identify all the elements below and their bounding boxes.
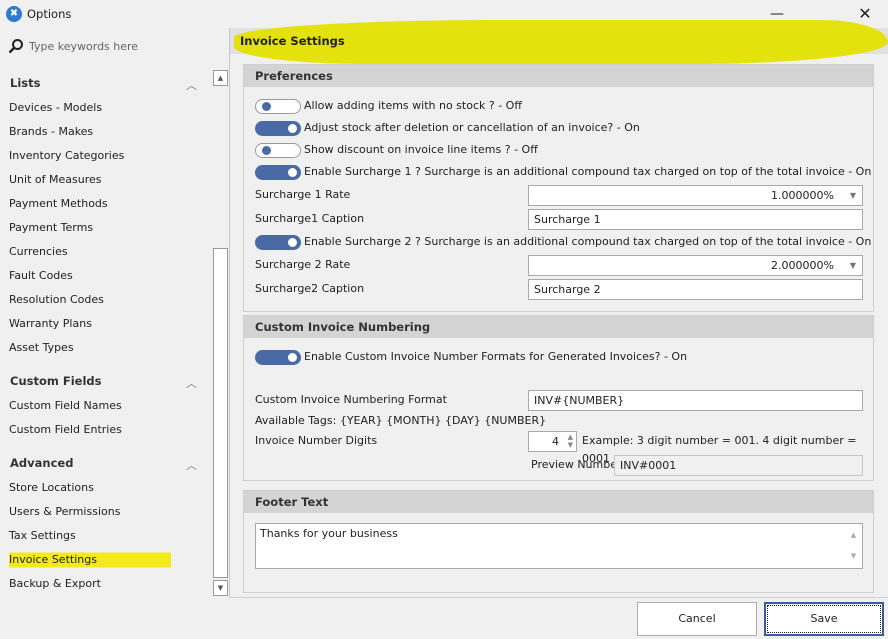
- chevron-up-icon[interactable]: ︿: [186, 457, 200, 472]
- toggle-label: Enable Custom Invoice Number Formats for…: [304, 350, 688, 363]
- scroll-up-arrow-icon[interactable]: ▲: [846, 525, 861, 546]
- dropdown-arrow-icon[interactable]: ▼: [850, 186, 856, 205]
- sidebar-item-inventory-categories[interactable]: Inventory Categories: [9, 146, 204, 166]
- invoice-numbering-group: Custom Invoice Numbering Enable Custom I…: [243, 315, 874, 481]
- number-digits-label: Invoice Number Digits: [255, 434, 378, 447]
- dropdown-arrow-icon[interactable]: ▼: [850, 256, 856, 275]
- toggle-label: Enable Surcharge 1 ? Surcharge is an add…: [304, 165, 872, 178]
- surcharge1-rate-label: Surcharge 1 Rate: [255, 188, 351, 201]
- surcharge2-rate-dropdown[interactable]: 2.000000% ▼: [528, 255, 863, 276]
- sidebar-item-devices-models[interactable]: Devices - Models: [9, 98, 204, 118]
- sidebar-item-invoice-settings[interactable]: Invoice Settings: [9, 550, 171, 570]
- save-button[interactable]: Save: [764, 602, 884, 636]
- preview-number-label: Preview Number: [531, 458, 622, 471]
- sidebar-item-payment-methods[interactable]: Payment Methods: [9, 194, 204, 214]
- window-title: Options: [27, 7, 72, 21]
- sidebar-item-currencies[interactable]: Currencies: [9, 242, 204, 262]
- sidebar-item-brands-makes[interactable]: Brands - Makes: [9, 122, 204, 142]
- sidebar-item-warranty-plans[interactable]: Warranty Plans: [9, 314, 204, 334]
- scrollbar-thumb[interactable]: [213, 248, 228, 578]
- main-panel: Invoice Settings Preferences Allow addin…: [230, 20, 888, 598]
- footer-text-scrollbar[interactable]: ▲ ▼: [846, 525, 861, 567]
- chevron-up-icon[interactable]: ︿: [186, 77, 200, 92]
- footer-text-value: Thanks for your business: [260, 527, 398, 540]
- spinner-arrows-icon[interactable]: ▲ ▼: [568, 433, 573, 449]
- custom-number-format-toggle[interactable]: [255, 350, 301, 365]
- sidebar-scrollbar[interactable]: ▲ ▼: [213, 70, 228, 596]
- search-icon: [8, 39, 23, 54]
- invoice-numbering-header: Custom Invoice Numbering: [244, 316, 873, 338]
- sidebar-item-backup-export[interactable]: Backup & Export: [9, 574, 204, 594]
- close-button[interactable]: ✕: [851, 4, 879, 24]
- enable-surcharge1-toggle[interactable]: [255, 165, 301, 180]
- footer-text-group: Footer Text Thanks for your business ▲ ▼: [243, 490, 874, 593]
- sidebar: Lists ︿ Devices - Models Brands - Makes …: [0, 28, 230, 639]
- show-discount-toggle[interactable]: [255, 143, 301, 158]
- available-tags-text: Available Tags: {YEAR} {MONTH} {DAY} {NU…: [255, 414, 547, 427]
- page-title: Invoice Settings: [240, 34, 345, 48]
- dialog-actions: Cancel Save: [230, 597, 888, 639]
- surcharge1-rate-value: 1.000000%: [771, 189, 834, 202]
- surcharge2-caption-label: Surcharge2 Caption: [255, 282, 365, 295]
- surcharge2-caption-input[interactable]: Surcharge 2: [528, 279, 863, 300]
- number-digits-value: 4: [552, 435, 559, 448]
- tools-icon: ✖: [6, 6, 22, 22]
- page-header: Invoice Settings: [230, 20, 888, 64]
- surcharge2-rate-value: 2.000000%: [771, 259, 834, 272]
- sidebar-item-unit-of-measures[interactable]: Unit of Measures: [9, 170, 204, 190]
- sidebar-item-store-locations[interactable]: Store Locations: [9, 478, 204, 498]
- footer-text-input[interactable]: Thanks for your business ▲ ▼: [255, 523, 863, 569]
- toggle-label: Enable Surcharge 2 ? Surcharge is an add…: [304, 235, 872, 248]
- sidebar-item-payment-terms[interactable]: Payment Terms: [9, 218, 204, 238]
- toggle-label: Allow adding items with no stock ? - Off: [304, 99, 522, 112]
- surcharge1-rate-dropdown[interactable]: 1.000000% ▼: [528, 185, 863, 206]
- sidebar-item-fault-codes[interactable]: Fault Codes: [9, 266, 204, 286]
- nav-group-advanced[interactable]: Advanced: [10, 456, 73, 470]
- nav-group-lists[interactable]: Lists: [10, 76, 40, 90]
- chevron-up-icon[interactable]: ︿: [186, 375, 200, 390]
- numbering-format-input[interactable]: INV#{NUMBER}: [528, 390, 863, 411]
- footer-text-header: Footer Text: [244, 491, 873, 513]
- sidebar-item-resolution-codes[interactable]: Resolution Codes: [9, 290, 204, 310]
- number-digits-spinner[interactable]: 4 ▲ ▼: [528, 431, 577, 452]
- preferences-header: Preferences: [244, 65, 873, 87]
- search-box: [8, 36, 209, 56]
- nav-group-custom-fields[interactable]: Custom Fields: [10, 374, 101, 388]
- surcharge1-caption-label: Surcharge1 Caption: [255, 212, 365, 225]
- surcharge2-rate-label: Surcharge 2 Rate: [255, 258, 351, 271]
- preview-number-field: INV#0001: [614, 455, 863, 476]
- preferences-group: Preferences Allow adding items with no s…: [243, 64, 874, 312]
- scroll-down-arrow-icon[interactable]: ▼: [213, 580, 228, 596]
- sidebar-item-asset-types[interactable]: Asset Types: [9, 338, 204, 358]
- scroll-up-arrow-icon[interactable]: ▲: [213, 70, 228, 86]
- adjust-stock-toggle[interactable]: [255, 121, 301, 136]
- enable-surcharge2-toggle[interactable]: [255, 235, 301, 250]
- toggle-label: Show discount on invoice line items ? - …: [304, 143, 538, 156]
- search-input[interactable]: [29, 36, 209, 56]
- surcharge1-caption-input[interactable]: Surcharge 1: [528, 209, 863, 230]
- numbering-format-label: Custom Invoice Numbering Format: [255, 393, 447, 406]
- digits-example-text: Example: 3 digit number = 001. 4 digit n…: [582, 434, 857, 465]
- sidebar-item-users-permissions[interactable]: Users & Permissions: [9, 502, 204, 522]
- allow-no-stock-toggle[interactable]: [255, 99, 301, 114]
- toggle-label: Adjust stock after deletion or cancellat…: [304, 121, 640, 134]
- cancel-button[interactable]: Cancel: [637, 602, 757, 636]
- sidebar-item-tax-settings[interactable]: Tax Settings: [9, 526, 204, 546]
- scroll-down-arrow-icon[interactable]: ▼: [846, 546, 861, 567]
- sidebar-item-custom-field-entries[interactable]: Custom Field Entries: [9, 420, 204, 440]
- sidebar-item-custom-field-names[interactable]: Custom Field Names: [9, 396, 204, 416]
